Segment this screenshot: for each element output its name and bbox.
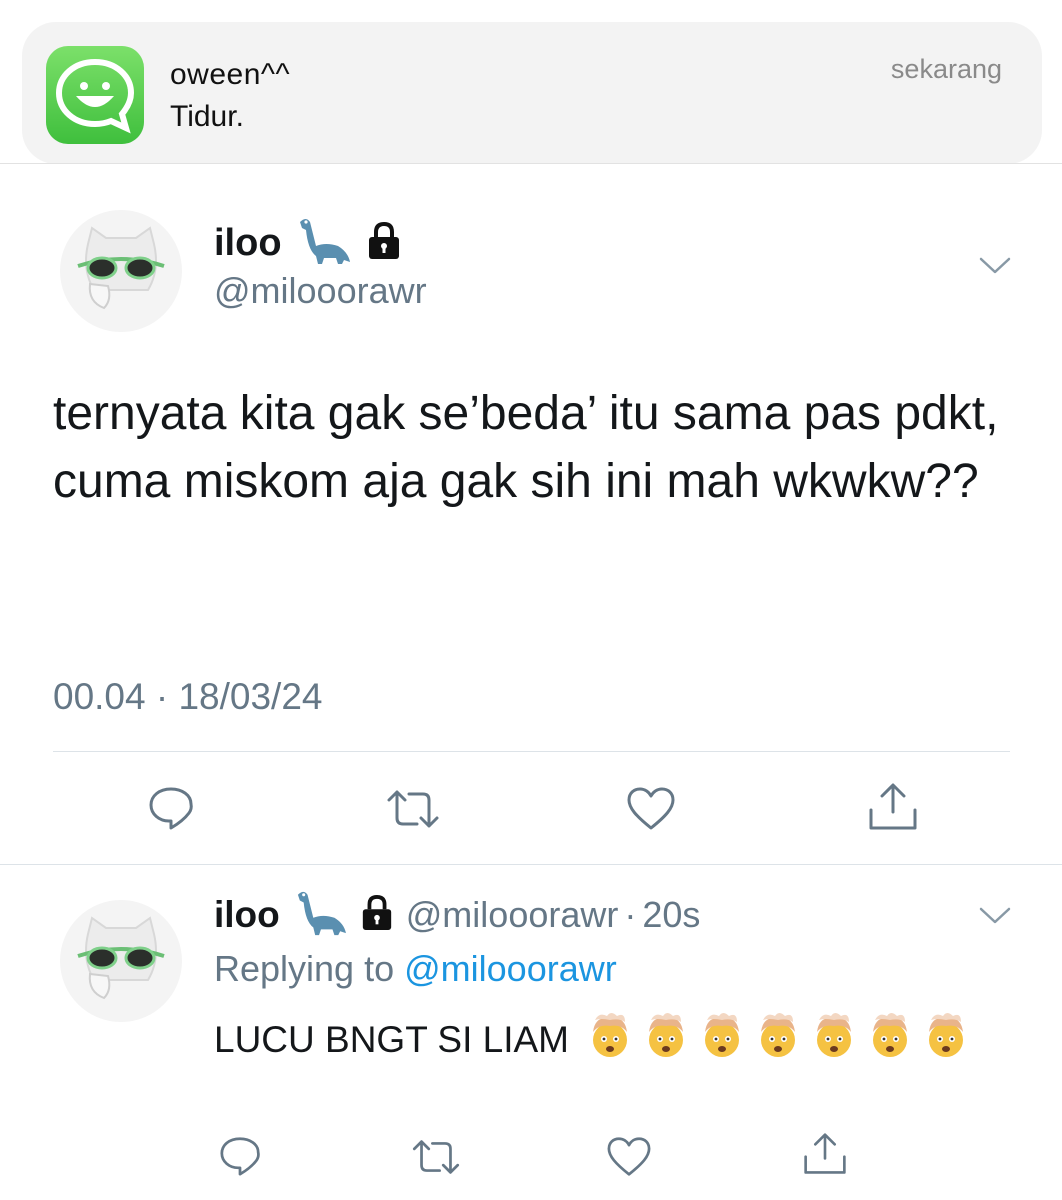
reply-text: LUCU BNGT SI LIAM [214, 1010, 994, 1074]
tweet-timestamp[interactable]: 00.04 · 18/03/24 [53, 676, 323, 718]
like-icon[interactable] [626, 786, 676, 837]
avatar[interactable] [60, 210, 182, 332]
reply-age: 20s [642, 894, 701, 935]
dinosaur-emoji [292, 889, 348, 942]
author-name-row[interactable]: iloo [214, 218, 402, 268]
avatar[interactable] [60, 900, 182, 1022]
divider [53, 751, 1010, 752]
display-name: iloo [214, 221, 282, 264]
chat-smile-icon [46, 46, 144, 144]
reply-handle: @milooorawr [405, 894, 619, 935]
notification-sender: oween^^ [170, 58, 291, 91]
retweet-icon[interactable] [385, 788, 441, 835]
display-name: iloo [214, 894, 280, 935]
notification-time: sekarang [890, 54, 1002, 84]
exploding-head-emoji [641, 1010, 691, 1074]
exploding-head-emoji [921, 1010, 971, 1074]
like-icon[interactable] [606, 1136, 652, 1183]
reply-icon[interactable] [218, 1136, 262, 1181]
chevron-down-icon[interactable] [978, 905, 1012, 932]
notification-banner[interactable] [22, 22, 1042, 164]
share-icon[interactable] [802, 1132, 848, 1181]
author-handle[interactable]: @milooorawr [214, 270, 427, 312]
dinosaur-emoji [294, 216, 352, 271]
exploding-head-emoji [865, 1010, 915, 1074]
lock-icon [360, 894, 394, 937]
reply-icon[interactable] [147, 786, 195, 835]
exploding-head-emoji [809, 1010, 859, 1074]
retweet-icon[interactable] [410, 1138, 462, 1181]
reply-text-body: LUCU BNGT SI LIAM [214, 1018, 570, 1060]
lock-icon [366, 221, 402, 266]
replying-to: Replying to @milooorawr [214, 948, 617, 990]
share-icon[interactable] [867, 782, 919, 837]
exploding-head-emoji [697, 1010, 747, 1074]
divider [0, 864, 1062, 865]
exploding-head-emoji [753, 1010, 803, 1074]
chevron-down-icon[interactable] [978, 255, 1012, 282]
replying-mention[interactable]: @milooorawr [404, 948, 617, 989]
exploding-head-emoji [585, 1010, 635, 1074]
separator-dot: · [624, 894, 637, 935]
reply-author-row[interactable]: iloo @milooorawr · 20s [214, 890, 700, 940]
notification-message: Tidur. [170, 100, 244, 133]
replying-prefix: Replying to [214, 948, 395, 989]
tweet-text: ternyata kita gak se’beda’ itu sama pas … [53, 387, 999, 508]
notification-divider [0, 163, 1062, 164]
